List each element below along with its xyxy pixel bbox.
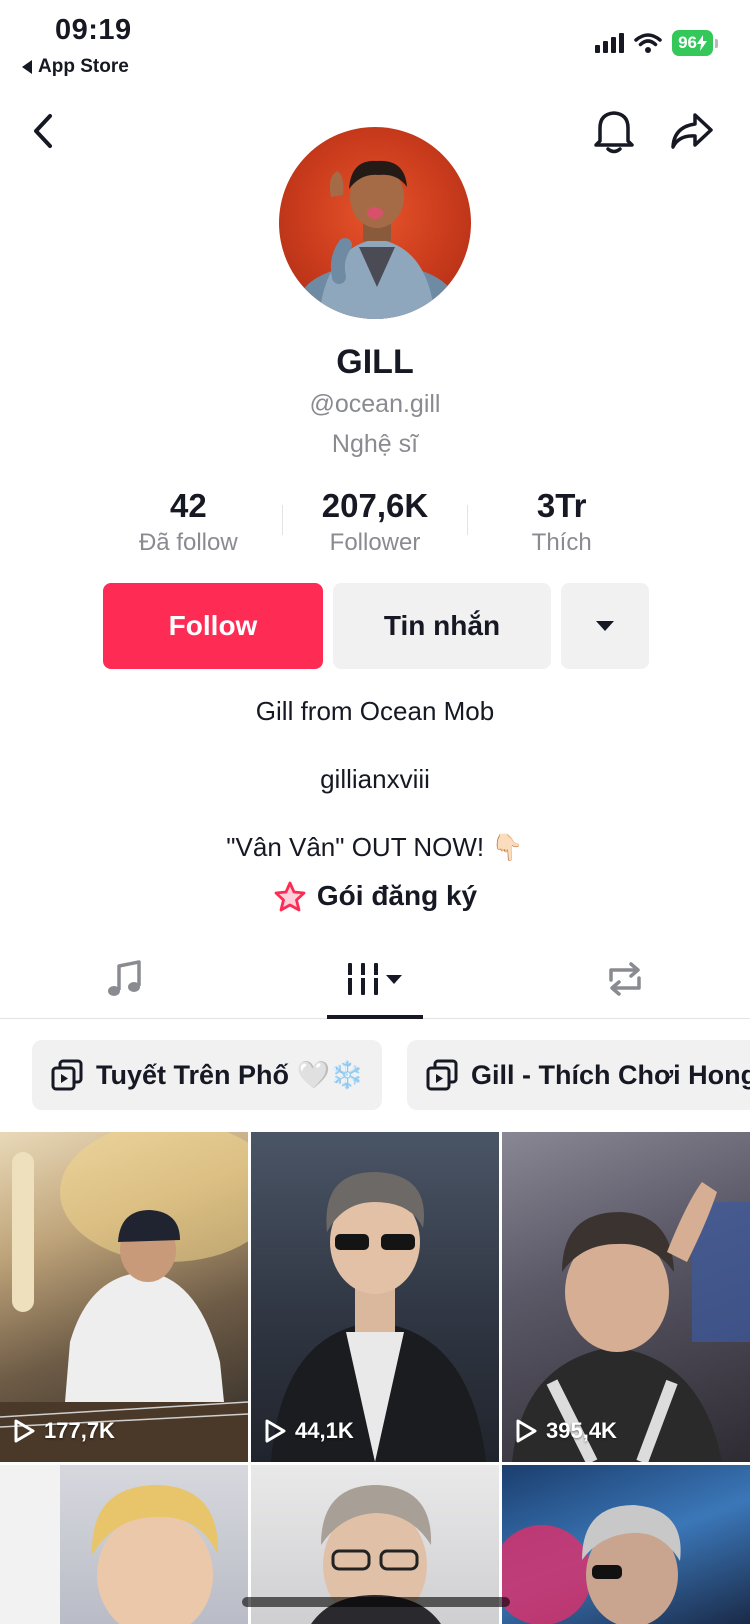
video-thumbnail[interactable]: 177,7K bbox=[0, 1132, 248, 1462]
playlist-chip[interactable]: Gill - Thích Chơi Hong bbox=[407, 1040, 750, 1110]
status-indicators: 96 bbox=[595, 30, 718, 56]
stat-likes[interactable]: 3Tr Thích bbox=[468, 487, 655, 557]
playlist-title: Tuyết Trên Phố 🤍❄️ bbox=[96, 1060, 364, 1090]
more-options-button[interactable] bbox=[561, 583, 649, 669]
video-thumbnail[interactable] bbox=[502, 1465, 750, 1624]
tab-music[interactable] bbox=[0, 940, 250, 1018]
stat-value: 207,6K bbox=[321, 487, 429, 524]
stat-value: 3Tr bbox=[536, 487, 587, 524]
video-thumbnail[interactable]: 395,4K bbox=[502, 1132, 750, 1462]
content-tabs bbox=[0, 940, 750, 1019]
star-badge-icon bbox=[274, 881, 306, 912]
playlist-icon bbox=[426, 1059, 458, 1091]
charging-bolt-icon bbox=[697, 35, 707, 51]
back-triangle-icon bbox=[22, 60, 32, 74]
follow-button[interactable]: Follow bbox=[103, 583, 323, 669]
message-button[interactable]: Tin nhắn bbox=[333, 583, 551, 669]
bio-line: "Vân Vân" OUT NOW! 👇🏻 bbox=[226, 832, 524, 862]
view-count: 395,4K bbox=[514, 1418, 617, 1444]
stat-label: Thích bbox=[531, 529, 592, 556]
stat-label: Đã follow bbox=[138, 529, 238, 556]
avatar[interactable] bbox=[279, 127, 471, 319]
back-button[interactable] bbox=[16, 103, 72, 159]
battery-level: 96 bbox=[678, 33, 697, 52]
profile-category: Nghệ sĩ bbox=[331, 430, 419, 458]
view-count: 44,1K bbox=[263, 1418, 354, 1444]
stat-followers[interactable]: 207,6K Follower bbox=[281, 487, 469, 557]
playlist-title: Gill - Thích Chơi Hong bbox=[471, 1059, 750, 1090]
notification-bell-button[interactable] bbox=[586, 103, 642, 159]
status-time: 09:19 bbox=[55, 14, 132, 46]
bio-line: Gill from Ocean Mob bbox=[255, 696, 495, 726]
share-button[interactable] bbox=[664, 103, 720, 159]
stat-value: 42 bbox=[169, 487, 207, 524]
bio-link[interactable]: gillianxviii bbox=[0, 764, 750, 795]
chevron-left-icon bbox=[34, 114, 52, 148]
view-count-value: 395,4K bbox=[546, 1418, 617, 1443]
view-count-value: 44,1K bbox=[295, 1418, 354, 1443]
playlist-chip[interactable]: Tuyết Trên Phố 🤍❄️ bbox=[32, 1040, 382, 1110]
play-icon bbox=[14, 1419, 35, 1443]
cellular-signal-icon bbox=[595, 33, 625, 53]
video-preview-image bbox=[0, 1465, 219, 1624]
play-icon bbox=[265, 1419, 286, 1443]
profile-handle: @ocean.gill bbox=[309, 390, 441, 418]
view-count: 177,7K bbox=[12, 1418, 115, 1444]
tab-videos[interactable] bbox=[250, 940, 500, 1018]
profile-actions: Follow Tin nhắn bbox=[103, 583, 649, 669]
play-icon bbox=[516, 1419, 537, 1443]
subscription-link[interactable]: Gói đăng ký bbox=[0, 880, 750, 912]
avatar-photo bbox=[299, 160, 455, 319]
back-to-app-link[interactable]: App Store bbox=[22, 56, 129, 78]
stat-following[interactable]: 42 Đã follow bbox=[95, 487, 282, 557]
subscription-label: Gói đăng ký bbox=[316, 880, 478, 911]
video-preview-image bbox=[502, 1505, 681, 1624]
video-preview-image bbox=[512, 1182, 750, 1462]
wifi-icon bbox=[634, 33, 662, 53]
repost-icon bbox=[609, 962, 641, 996]
playlist-icon bbox=[51, 1059, 83, 1091]
video-grid: 177,7K 44,1K 395,4K bbox=[0, 1132, 750, 1624]
stat-label: Follower bbox=[329, 529, 421, 556]
bell-icon bbox=[594, 111, 634, 154]
share-arrow-icon bbox=[671, 113, 713, 149]
view-count-value: 177,7K bbox=[44, 1418, 115, 1443]
grid-bars-icon bbox=[344, 963, 402, 995]
music-note-icon bbox=[108, 960, 141, 996]
home-indicator bbox=[242, 1597, 510, 1607]
video-thumbnail[interactable] bbox=[0, 1465, 248, 1624]
battery-cap bbox=[715, 38, 718, 48]
profile-stats: 42 Đã follow 207,6K Follower 3Tr Thích bbox=[95, 487, 655, 557]
profile-name: GILL bbox=[336, 343, 414, 381]
playlist-strip: Tuyết Trên Phố 🤍❄️ Gill - Thích Chơi Hon… bbox=[0, 1035, 750, 1115]
back-app-label: App Store bbox=[38, 56, 129, 77]
tab-reposts[interactable] bbox=[500, 940, 750, 1018]
video-preview-image bbox=[0, 1132, 248, 1462]
video-preview-image bbox=[271, 1172, 486, 1462]
battery-indicator: 96 bbox=[672, 30, 713, 56]
video-thumbnail[interactable]: 44,1K bbox=[251, 1132, 499, 1462]
stat-divider bbox=[281, 505, 283, 535]
caret-down-icon bbox=[596, 621, 614, 631]
